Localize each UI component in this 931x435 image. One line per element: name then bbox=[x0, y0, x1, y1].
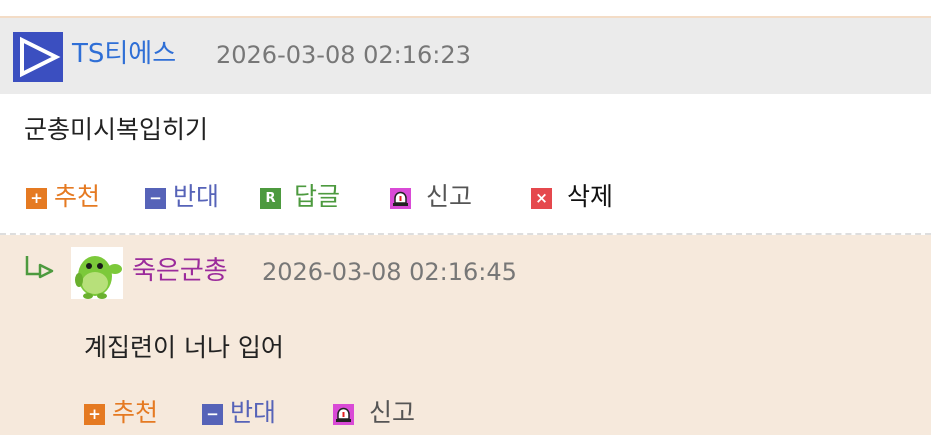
reply-timestamp: 2026-03-08 02:16:45 bbox=[262, 258, 517, 286]
post-content: 군총미시복입히기 bbox=[24, 115, 209, 144]
reply-actions: + 추천 − 반대 신고 bbox=[84, 396, 484, 430]
frog-icon bbox=[71, 247, 123, 299]
recommend-label: 추천 bbox=[54, 182, 101, 211]
minus-icon: − bbox=[145, 188, 166, 209]
post-actions: + 추천 − 반대 R 답글 신고 × 삭제 bbox=[26, 180, 646, 214]
play-icon bbox=[13, 32, 63, 82]
reply-report-label: 신고 bbox=[369, 398, 416, 427]
reply-r-icon: R bbox=[260, 188, 281, 209]
reply-arrow-icon bbox=[25, 256, 54, 279]
plus-icon: + bbox=[84, 404, 105, 425]
reply-label: 답글 bbox=[294, 182, 341, 211]
reply-oppose-label: 반대 bbox=[230, 398, 277, 427]
plus-icon: + bbox=[26, 188, 47, 209]
reply-content: 계집련이 너나 입어 bbox=[84, 333, 284, 362]
top-strip bbox=[0, 0, 931, 18]
post-author-name[interactable]: TS티에스 bbox=[72, 36, 176, 72]
post-timestamp: 2026-03-08 02:16:23 bbox=[216, 41, 471, 69]
x-icon: × bbox=[531, 188, 552, 209]
author-avatar[interactable] bbox=[13, 32, 63, 82]
report-label: 신고 bbox=[426, 182, 473, 211]
oppose-label: 반대 bbox=[173, 182, 220, 211]
reply-author-name[interactable]: 죽은군총 bbox=[132, 253, 228, 289]
reply-recommend-label: 추천 bbox=[112, 398, 159, 427]
minus-icon: − bbox=[202, 404, 223, 425]
siren-icon bbox=[333, 404, 354, 425]
reply-author-avatar[interactable] bbox=[71, 247, 123, 299]
siren-icon bbox=[390, 188, 411, 209]
delete-label: 삭제 bbox=[567, 182, 614, 211]
